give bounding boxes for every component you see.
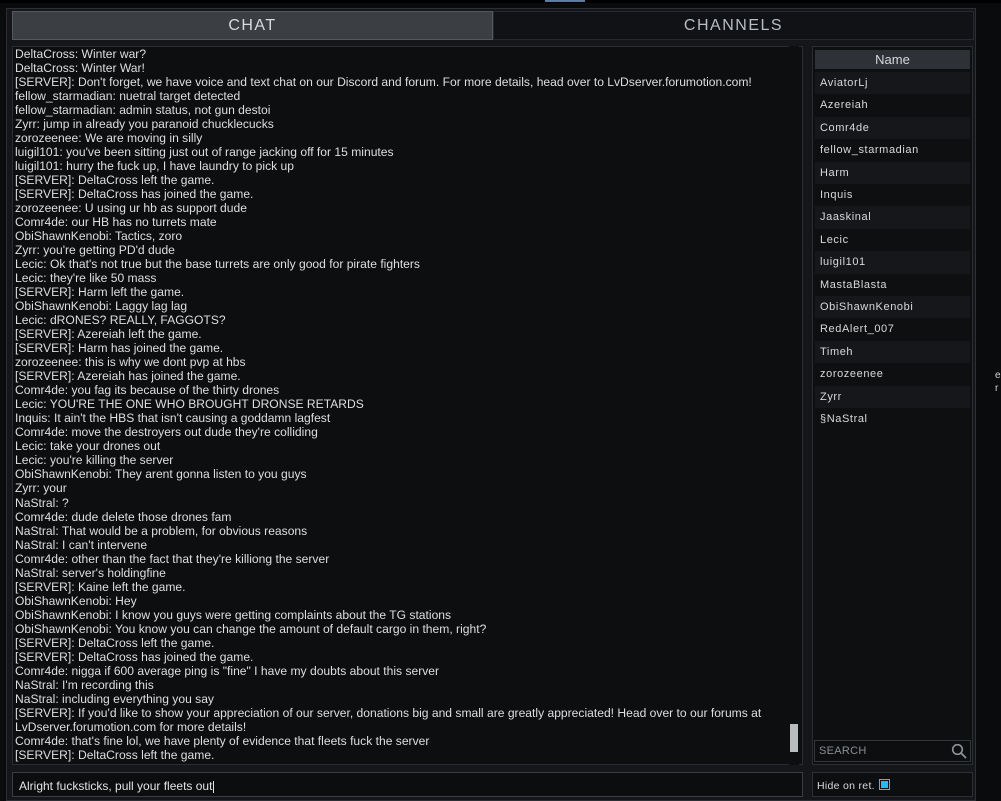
chat-message: NaStral: I'm recording this xyxy=(15,677,154,692)
chat-message: Comr4de: you fag its because of the thir… xyxy=(15,383,280,398)
chat-message: Zyrr: jump in already you paranoid chuck… xyxy=(15,117,274,132)
chat-message: Comr4de: nigga if 600 average ping is "f… xyxy=(15,663,440,678)
chat-message: [SERVER]: Azereiah left the game. xyxy=(15,327,202,342)
player-list-item[interactable]: §NaStral xyxy=(815,408,970,431)
chat-message: [SERVER]: Azereiah has joined the game. xyxy=(15,369,241,384)
player-search-input[interactable]: SEARCH xyxy=(814,740,971,762)
chat-message: Lecic: you're killing the server xyxy=(15,453,174,468)
chat-scrollbar[interactable] xyxy=(789,46,799,765)
top-border xyxy=(0,0,1001,3)
tab-bar: CHAT CHANNELS xyxy=(12,11,974,40)
chat-message: NaStral: server's holdingfine xyxy=(15,565,166,580)
chat-message: Comr4de: move the destroyers out dude th… xyxy=(15,425,318,440)
player-list-item[interactable]: MastaBlasta xyxy=(815,273,970,296)
player-list-item[interactable]: RedAlert_007 xyxy=(815,318,970,341)
player-list-item[interactable]: ObiShawnKenobi xyxy=(815,296,970,319)
chat-message: DeltaCross: Winter war? xyxy=(15,47,147,61)
chat-scrollbar-thumb[interactable] xyxy=(790,724,798,752)
chat-message: zorozeenee: We are moving in silly xyxy=(15,131,203,146)
chat-message: [SERVER]: DeltaCross has joined the game… xyxy=(15,187,254,202)
player-list-item[interactable]: Azereiah xyxy=(815,94,970,117)
chat-message: ObiShawnKenobi: Laggy lag lag xyxy=(15,299,188,314)
chat-message: ObiShawnKenobi: You know you can change … xyxy=(15,621,487,636)
player-list-item[interactable]: zorozeenee xyxy=(815,363,970,386)
chat-message: Comr4de: that's fine lol, we have plenty… xyxy=(15,733,430,748)
offscreen-text-fragment: r xyxy=(995,383,999,394)
chat-message: [SERVER]: DeltaCross has joined the game… xyxy=(15,649,254,664)
top-border-accent xyxy=(545,0,585,2)
player-list-item[interactable]: Timeh xyxy=(815,340,970,364)
chat-message: Lecic: YOU'RE THE ONE WHO BROUGHT DRONSE… xyxy=(15,397,364,412)
tab-chat[interactable]: CHAT xyxy=(12,11,493,40)
player-list-item[interactable]: AviatorLj xyxy=(815,72,970,95)
player-list-item[interactable]: Lecic xyxy=(815,228,970,252)
player-list-item[interactable]: Jaaskinal xyxy=(815,206,970,229)
chat-message: [SERVER]: Kaine left the game. xyxy=(15,579,186,594)
chat-message: fellow_starmadian: admin status, not gun… xyxy=(15,103,271,118)
chat-message: [SERVER]: DeltaCross left the game. xyxy=(15,173,215,188)
chat-message: [SERVER]: If you'd like to show your app… xyxy=(15,705,762,734)
chat-message: zorozeenee: this is why we dont pvp at h… xyxy=(15,355,246,370)
chat-message: [SERVER]: DeltaCross left the game. xyxy=(15,635,215,650)
chat-message: ObiShawnKenobi: They arent gonna listen … xyxy=(15,467,307,482)
chat-log-panel[interactable]: DeltaCross: Winter war? DeltaCross: Winte… xyxy=(12,46,803,765)
chat-message: luigil101: you've been sitting just out … xyxy=(15,145,394,160)
chat-message: ObiShawnKenobi: Tactics, zoro xyxy=(15,229,183,244)
chat-message: [SERVER]: Harm has joined the game. xyxy=(15,341,224,356)
chat-message: NaStral: including everything you say xyxy=(15,691,214,706)
chat-message: Comr4de: our HB has no turrets mate xyxy=(15,215,217,230)
chat-input-field[interactable]: Alright fucksticks, pull your fleets out xyxy=(12,772,803,797)
chat-message: zorozeenee: U using ur hb as support dud… xyxy=(15,201,247,216)
chat-message: NaStral: That would be a problem, for ob… xyxy=(15,523,308,538)
offscreen-text-fragment: e xyxy=(995,370,1001,381)
chat-message: fellow_starmadian: nuetral target detect… xyxy=(15,89,241,104)
player-list-item[interactable]: Zyrr xyxy=(815,385,970,408)
chat-log: DeltaCross: Winter war? DeltaCross: Winte… xyxy=(15,47,791,764)
player-list-item[interactable]: fellow_starmadian xyxy=(815,139,970,162)
chat-input-value: Alright fucksticks, pull your fleets out xyxy=(19,779,215,793)
chat-message: Zyrr: you're getting PD'd dude xyxy=(15,243,175,258)
chat-message: [SERVER]: Don't forget, we have voice an… xyxy=(15,75,752,90)
chat-message: NaStral: I can't intervene xyxy=(15,537,148,552)
chat-message: Comr4de: dude delete those drones fam xyxy=(15,509,232,524)
chat-message: Lecic: take your drones out xyxy=(15,439,161,454)
hide-on-ret-label: Hide on ret. xyxy=(817,780,875,792)
tab-channels[interactable]: CHANNELS xyxy=(493,11,974,40)
chat-message: Lecic: dRONES? REALLY, FAGGOTS? xyxy=(15,313,226,328)
text-caret xyxy=(213,780,215,793)
chat-message: [SERVER]: Harm left the game. xyxy=(15,285,185,300)
chat-message: DeltaCross: Winter War! xyxy=(15,61,145,76)
chat-message: Lecic: Ok that's not true but the base t… xyxy=(15,257,420,272)
player-list-item[interactable]: Harm xyxy=(815,161,970,184)
player-list-item[interactable]: Comr4de xyxy=(815,116,970,140)
search-placeholder: SEARCH xyxy=(819,745,867,757)
player-list-panel: Name AviatorLj Azereiah Comr4de fellow_star… xyxy=(812,46,973,765)
hide-on-ret-checkbox[interactable] xyxy=(879,779,890,790)
chat-message: Comr4de: other than the fact that they'r… xyxy=(15,551,330,566)
player-list-item[interactable]: Inquis xyxy=(815,184,970,207)
hide-on-ret-option: Hide on ret. xyxy=(812,772,973,797)
chat-message: NaStral: ? xyxy=(15,495,69,510)
chat-message: [SERVER]: DeltaCross left the game. xyxy=(15,747,215,762)
chat-message: luigil101: hurry the fuck up, I have lau… xyxy=(15,159,294,174)
chat-message: Lecic: they're like 50 mass xyxy=(15,271,157,286)
chat-message: Inquis: It ain't the HBS that isn't caus… xyxy=(15,411,331,426)
chat-message: ObiShawnKenobi: Hey xyxy=(15,593,137,608)
player-list-header[interactable]: Name xyxy=(815,50,970,69)
player-list-item[interactable]: luigil101 xyxy=(815,251,970,274)
checkbox-checked-fill xyxy=(881,781,888,788)
search-icon[interactable] xyxy=(951,743,967,759)
chat-message: Zyrr: your xyxy=(15,481,67,496)
chat-message: ObiShawnKenobi: I know you guys were get… xyxy=(15,607,452,622)
